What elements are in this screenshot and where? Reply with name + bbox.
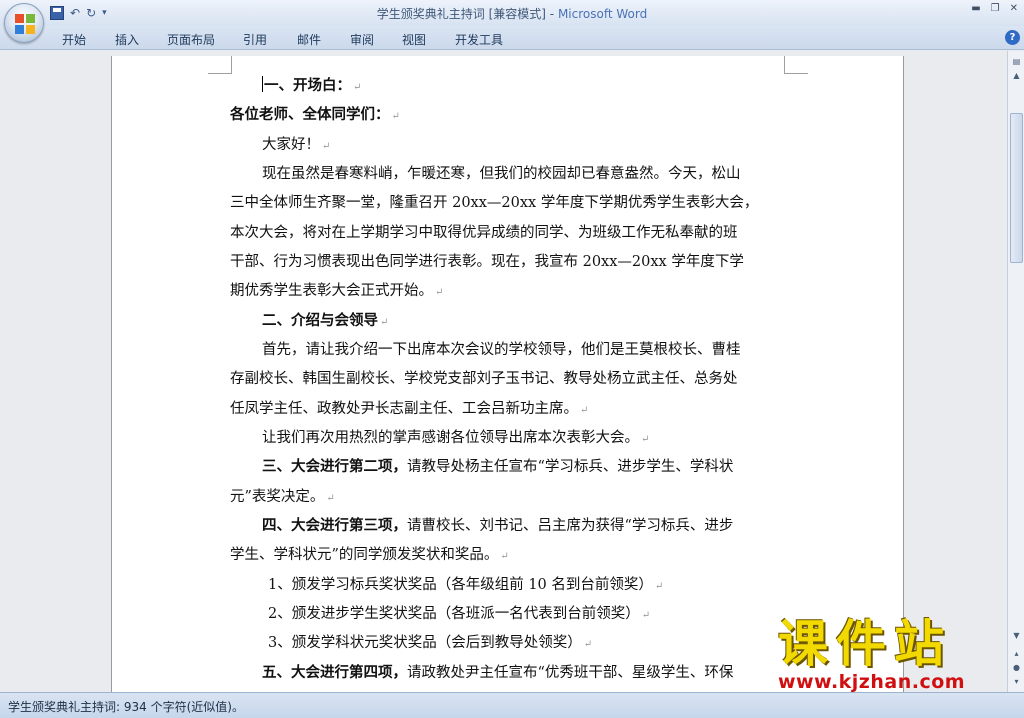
paragraph-line: 期优秀学生表彰大会正式开始。 ↵ bbox=[230, 281, 443, 303]
bold-lead: 五、大会进行第四项， bbox=[262, 664, 407, 681]
scroll-up-icon[interactable]: ▲ bbox=[1010, 69, 1023, 83]
title-bar: ↶ ↻ ▾ 学生颁奖典礼主持词 [兼容模式] - Microsoft Word … bbox=[0, 0, 1024, 26]
line-text: 学生、学科状元”的同学颁发奖状和奖品。 bbox=[230, 547, 499, 563]
tab-developer[interactable]: 开发工具 bbox=[455, 31, 503, 48]
paragraph-line: 本次大会，将对在上学期学习中取得优异成绩的同学、为班级工作无私奉献的班 bbox=[230, 223, 738, 243]
bold-lead: 三、大会进行第二项， bbox=[262, 458, 407, 475]
line-text: 二、介绍与会领导 bbox=[262, 312, 378, 329]
paragraph-line: 四、大会进行第三项，请曹校长、刘书记、吕主席为获得“学习标兵、进步 bbox=[262, 516, 733, 536]
bold-lead: 四、大会进行第三项， bbox=[262, 517, 407, 534]
paragraph-line: 存副校长、韩国生副校长、学校党支部刘子玉书记、教导处杨立武主任、总务处 bbox=[230, 369, 738, 389]
document-page[interactable]: 一、开场白： ↵ 各位老师、全体同学们： ↵ 大家好！ ↵ 现在虽然是春寒料峭，乍暖还寒，但… bbox=[111, 56, 904, 692]
line-text: 存副校长、韩国生副校长、学校党支部刘子玉书记、教导处杨立武主任、总务处 bbox=[230, 371, 738, 387]
close-icon[interactable]: ✕ bbox=[1010, 3, 1018, 14]
paragraph-mark-icon: ↵ bbox=[391, 111, 400, 122]
paragraph-line: 首先，请让我介绍一下出席本次会议的学校领导，他们是王莫根校长、曹桂 bbox=[262, 340, 741, 360]
paragraph-line: 2、颁发进步学生奖状奖品（各班派一名代表到台前领奖） ↵ bbox=[268, 604, 650, 626]
watermark: 课件站 www.kjzhan.com bbox=[772, 616, 1008, 692]
window-title: 学生颁奖典礼主持词 [兼容模式] - Microsoft Word bbox=[0, 5, 1024, 22]
office-logo-icon bbox=[15, 14, 35, 34]
previous-page-icon[interactable]: ▴ bbox=[1010, 647, 1023, 661]
line-text: 3、颁发学科状元奖状奖品（会后到教导处领奖） bbox=[268, 635, 582, 651]
crop-mark-right bbox=[784, 56, 808, 74]
vertical-scrollbar[interactable]: ▤ ▲ ▼ ▴ ● ▾ bbox=[1007, 51, 1024, 692]
tab-view[interactable]: 视图 bbox=[402, 31, 426, 48]
line-text: 现在虽然是春寒料峭，乍暖还寒，但我们的校园却已春意盎然。今天，松山 bbox=[262, 166, 741, 182]
paragraph-mark-icon: ↵ bbox=[641, 610, 651, 621]
paragraph-mark-icon: ↵ bbox=[322, 141, 331, 152]
line-text: 请教导处杨主任宣布“学习标兵、进步学生、学科状 bbox=[407, 459, 734, 475]
tab-mailings[interactable]: 邮件 bbox=[297, 31, 321, 48]
ruler-toggle-icon[interactable]: ▤ bbox=[1010, 55, 1023, 69]
office-button[interactable] bbox=[4, 3, 44, 43]
paragraph-line: 五、大会进行第四项，请政教处尹主任宣布“优秀班干部、星级学生、环保 bbox=[262, 663, 733, 683]
paragraph-mark-icon: ↵ bbox=[326, 493, 335, 504]
watermark-url: www.kjzhan.com bbox=[778, 671, 966, 693]
paragraph-mark-icon: ↵ bbox=[380, 317, 389, 328]
paragraph-line: 干部、行为习惯表现出色同学进行表彰。现在，我宣布 20xx—20xx 学年度下学 bbox=[230, 252, 744, 272]
paragraph-line: 学生、学科状元”的同学颁发奖状和奖品。 ↵ bbox=[230, 545, 509, 567]
paragraph-line: 大家好！ ↵ bbox=[262, 135, 330, 157]
minimize-icon[interactable]: ▬ bbox=[971, 3, 980, 14]
line-text: 元”表奖决定。 bbox=[230, 489, 325, 505]
document-title: 学生颁奖典礼主持词 [兼容模式] bbox=[376, 7, 546, 21]
line-text: 各位老师、全体同学们： bbox=[230, 106, 390, 123]
ribbon-tabs: 开始 插入 页面布局 引用 邮件 审阅 视图 开发工具 ? bbox=[0, 26, 1024, 50]
paragraph-line: 1、颁发学习标兵奖状奖品（各年级组前 10 名到台前领奖） ↵ bbox=[268, 575, 663, 597]
paragraph-mark-icon: ↵ bbox=[583, 639, 593, 650]
paragraph-line: 一、开场白： ↵ bbox=[262, 76, 361, 98]
document-workspace: 一、开场白： ↵ 各位老师、全体同学们： ↵ 大家好！ ↵ 现在虽然是春寒料峭，乍暖还寒，但… bbox=[0, 51, 1007, 692]
tab-home[interactable]: 开始 bbox=[62, 31, 86, 48]
crop-mark-left bbox=[208, 56, 232, 74]
restore-icon[interactable]: ❐ bbox=[991, 3, 1000, 14]
paragraph-mark-icon: ↵ bbox=[641, 434, 650, 445]
scroll-thumb[interactable] bbox=[1010, 113, 1023, 263]
line-text: 大家好！ bbox=[262, 137, 320, 153]
paragraph-mark-icon: ↵ bbox=[580, 405, 589, 416]
watermark-title: 课件站 bbox=[778, 615, 952, 673]
paragraph-line: 让我们再次用热烈的掌声感谢各位领导出席本次表彰大会。 ↵ bbox=[262, 428, 649, 450]
line-text: 2、颁发进步学生奖状奖品（各班派一名代表到台前领奖） bbox=[268, 606, 640, 622]
next-page-icon[interactable]: ▾ bbox=[1010, 675, 1023, 689]
paragraph-line: 二、介绍与会领导 ↵ bbox=[262, 311, 388, 333]
paragraph-line: 元”表奖决定。 ↵ bbox=[230, 487, 335, 509]
paragraph-line: 三中全体师生齐聚一堂，隆重召开 20xx—20xx 学年度下学期优秀学生表彰大会… bbox=[230, 193, 758, 213]
line-text: 请曹校长、刘书记、吕主席为获得“学习标兵、进步 bbox=[407, 518, 734, 534]
line-text: 三中全体师生齐聚一堂，隆重召开 20xx—20xx 学年度下学期优秀学生表彰大会… bbox=[230, 195, 759, 211]
line-text: 让我们再次用热烈的掌声感谢各位领导出席本次表彰大会。 bbox=[262, 430, 639, 446]
line-text: 本次大会，将对在上学期学习中取得优异成绩的同学、为班级工作无私奉献的班 bbox=[230, 225, 738, 241]
line-text: 请政教处尹主任宣布“优秀班干部、星级学生、环保 bbox=[407, 665, 734, 681]
paragraph-line: 3、颁发学科状元奖状奖品（会后到教导处领奖） ↵ bbox=[268, 633, 592, 655]
scroll-down-icon[interactable]: ▼ bbox=[1010, 629, 1023, 643]
tab-references[interactable]: 引用 bbox=[243, 31, 267, 48]
paragraph-line: 任凤学主任、政教处尹长志副主任、工会吕新功主席。 ↵ bbox=[230, 399, 588, 421]
app-name: Microsoft Word bbox=[557, 7, 648, 21]
title-separator: - bbox=[545, 7, 558, 21]
line-text: 首先，请让我介绍一下出席本次会议的学校领导，他们是王莫根校长、曹桂 bbox=[262, 342, 741, 358]
paragraph-mark-icon: ↵ bbox=[654, 581, 664, 592]
line-text: 1、颁发学习标兵奖状奖品（各年级组前 10 名到台前领奖） bbox=[268, 577, 653, 593]
paragraph-line: 三、大会进行第二项，请教导处杨主任宣布“学习标兵、进步学生、学科状 bbox=[262, 457, 733, 477]
line-text: 干部、行为习惯表现出色同学进行表彰。现在，我宣布 20xx—20xx 学年度下学 bbox=[230, 254, 744, 270]
paragraph-mark-icon: ↵ bbox=[435, 287, 444, 298]
paragraph-mark-icon: ↵ bbox=[500, 551, 509, 562]
word-count-status[interactable]: 学生颁奖典礼主持词: 934 个字符(近似值)。 bbox=[8, 698, 244, 715]
line-text: 期优秀学生表彰大会正式开始。 bbox=[230, 283, 433, 299]
paragraph-line: 现在虽然是春寒料峭，乍暖还寒，但我们的校园却已春意盎然。今天，松山 bbox=[262, 164, 741, 184]
tab-review[interactable]: 审阅 bbox=[350, 31, 374, 48]
text-cursor bbox=[262, 76, 263, 92]
browse-object-icon[interactable]: ● bbox=[1010, 661, 1023, 675]
tab-page-layout[interactable]: 页面布局 bbox=[167, 31, 215, 48]
window-controls: ▬ ❐ ✕ bbox=[971, 3, 1018, 14]
status-bar: 学生颁奖典礼主持词: 934 个字符(近似值)。 bbox=[0, 692, 1024, 718]
tab-insert[interactable]: 插入 bbox=[115, 31, 139, 48]
help-icon[interactable]: ? bbox=[1005, 30, 1020, 45]
paragraph-mark-icon: ↵ bbox=[353, 82, 362, 93]
paragraph-line: 各位老师、全体同学们： ↵ bbox=[230, 105, 400, 127]
line-text: 任凤学主任、政教处尹长志副主任、工会吕新功主席。 bbox=[230, 401, 578, 417]
line-text: 一、开场白： bbox=[264, 77, 351, 94]
